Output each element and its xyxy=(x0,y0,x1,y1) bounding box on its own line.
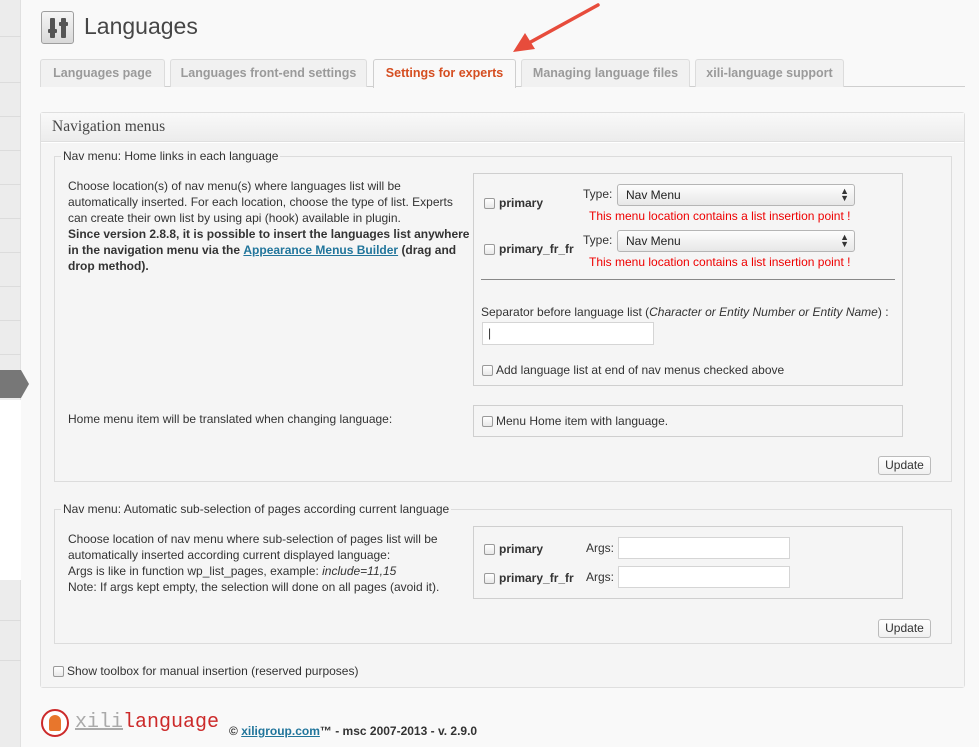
home-menu-checkbox[interactable] xyxy=(482,416,493,427)
fieldset-home-links-legend: Nav menu: Home links in each language xyxy=(63,149,279,163)
admin-menu-strip xyxy=(0,0,29,747)
primary-args-input[interactable] xyxy=(618,537,790,559)
xiligroup-link[interactable]: xiligroup.com xyxy=(241,724,320,738)
admin-menu-current-item[interactable] xyxy=(0,370,21,398)
home-menu-checkbox-label: Menu Home item with language. xyxy=(496,414,669,428)
type-label: Type: xyxy=(583,187,613,201)
sub-primary-fr-fr-label: primary_fr_fr xyxy=(499,571,574,585)
locations-panel: primary Type: Nav Menu ▲ ▼ This menu loca… xyxy=(473,173,903,386)
separator-label: Separator before language list (Characte… xyxy=(481,305,889,319)
args-label: Args: xyxy=(586,541,615,555)
xili-logo-icon xyxy=(41,709,69,737)
sub-primary-label: primary xyxy=(499,542,544,556)
type-label: Type: xyxy=(583,233,613,247)
settings-sliders-icon xyxy=(41,11,74,44)
primary-location-label: primary xyxy=(499,196,544,210)
sub-selection-description: Choose location of nav menu where sub-se… xyxy=(68,532,440,594)
home-menu-description: Home menu item will be translated when c… xyxy=(68,412,393,426)
home-links-description: Choose location(s) of nav menu(s) where … xyxy=(68,179,470,273)
primary-location-checkbox[interactable] xyxy=(484,198,495,209)
primary-fr-fr-location-label: primary_fr_fr xyxy=(499,242,574,256)
add-language-list-checkbox[interactable] xyxy=(482,365,493,376)
args-label: Args: xyxy=(586,570,615,584)
footer-brand: xililanguage xyxy=(75,711,220,734)
primary-fr-fr-location-checkbox[interactable] xyxy=(484,244,495,255)
appearance-menus-builder-link[interactable]: Appearance Menus Builder xyxy=(243,243,398,257)
divider xyxy=(481,279,895,280)
tab-xili-language-support[interactable]: xili-language support xyxy=(695,59,844,87)
fieldset-sub-selection-legend: Nav menu: Automatic sub-selection of pag… xyxy=(63,502,450,516)
current-menu-pointer-icon xyxy=(21,370,29,398)
primary-fr-fr-type-select[interactable]: Nav Menu ▲ ▼ xyxy=(617,230,855,252)
add-language-list-label: Add language list at end of nav menus ch… xyxy=(496,363,785,377)
home-menu-panel: Menu Home item with language. xyxy=(473,405,903,437)
toolbox-label: Show toolbox for manual insertion (reser… xyxy=(67,664,359,678)
separator-input[interactable]: | xyxy=(482,322,654,345)
primary-warning: This menu location contains a list inser… xyxy=(589,209,851,223)
footer-credit: © xiligroup.com™ - msc 2007-2013 - v. 2.… xyxy=(229,724,478,738)
primary-fr-fr-warning: This menu location contains a list inser… xyxy=(589,255,851,269)
box-title: Navigation menus xyxy=(41,113,964,142)
tab-settings-for-experts[interactable]: Settings for experts xyxy=(373,59,516,88)
select-arrows-icon: ▲ ▼ xyxy=(840,186,849,203)
tab-front-end-settings[interactable]: Languages front-end settings xyxy=(170,59,367,87)
update-button[interactable]: Update xyxy=(878,456,931,475)
navigation-menus-box: Navigation menus Nav menu: Home links in… xyxy=(40,112,965,688)
sub-primary-checkbox[interactable] xyxy=(484,544,495,555)
args-panel: primary Args: primary_fr_fr Args: xyxy=(473,526,903,599)
tab-languages-page[interactable]: Languages page xyxy=(40,59,165,87)
tab-managing-language-files[interactable]: Managing language files xyxy=(521,59,690,87)
annotation-arrow-icon xyxy=(513,3,600,52)
sub-primary-fr-fr-checkbox[interactable] xyxy=(484,573,495,584)
toolbox-checkbox[interactable] xyxy=(53,666,64,677)
primary-type-select[interactable]: Nav Menu ▲ ▼ xyxy=(617,184,855,206)
primary-fr-fr-args-input[interactable] xyxy=(618,566,790,588)
update-button-2[interactable]: Update xyxy=(878,619,931,638)
page-title: Languages xyxy=(84,13,198,39)
select-arrows-icon: ▲ ▼ xyxy=(840,232,849,249)
